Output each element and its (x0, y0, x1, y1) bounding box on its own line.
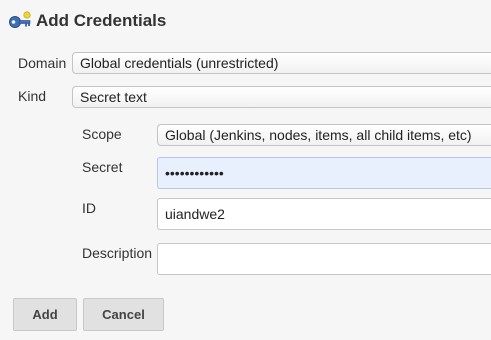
id-label: ID (82, 200, 96, 216)
scope-select[interactable]: Global (Jenkins, nodes, items, all child… (157, 124, 491, 146)
domain-select[interactable]: Global credentials (unrestricted) (72, 52, 491, 74)
secret-field[interactable]: •••••••••••• (157, 157, 491, 189)
cancel-button[interactable]: Cancel (83, 298, 164, 331)
id-field[interactable]: uiandwe2 (157, 198, 491, 230)
key-icon (8, 11, 32, 31)
domain-label: Domain (18, 55, 67, 71)
scope-label: Scope (82, 126, 122, 142)
kind-label: Kind (18, 88, 47, 104)
add-button[interactable]: Add (13, 298, 77, 331)
page-header: Add Credentials (8, 8, 166, 34)
description-field[interactable] (157, 243, 491, 275)
page-title: Add Credentials (36, 11, 167, 30)
kind-select[interactable]: Secret text (72, 86, 491, 108)
secret-label: Secret (82, 159, 123, 175)
description-label: Description (82, 245, 153, 261)
